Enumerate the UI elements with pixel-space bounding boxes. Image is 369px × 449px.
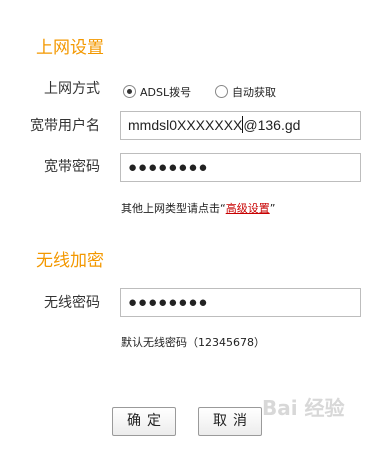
advanced-settings-hint: 其他上网类型请点击“高级设置” [121, 200, 275, 216]
connection-mode-label: 上网方式 [44, 81, 100, 97]
hint-prefix: 其他上网类型请点击“ [121, 202, 226, 215]
radio-auto[interactable]: 自动获取 [215, 81, 276, 100]
username-input[interactable]: mmdsl0XXXXXXX@136.gd [120, 111, 361, 140]
wireless-encryption-title: 无线加密 [36, 251, 104, 271]
radio-adsl-label: ADSL拨号 [140, 85, 192, 99]
radio-auto-indicator[interactable] [215, 85, 228, 98]
default-wireless-password-hint: 默认无线密码（12345678） [121, 336, 265, 349]
hint-suffix: ” [269, 202, 276, 215]
username-value: mmdsl0XXXXXXX [128, 117, 243, 133]
broadband-password-input[interactable]: ●●●●●●●● [120, 153, 361, 182]
username-label: 宽带用户名 [30, 118, 100, 134]
cancel-button[interactable]: 取消 [198, 407, 262, 436]
broadband-password-label: 宽带密码 [44, 159, 100, 175]
radio-adsl[interactable]: ADSL拨号 [123, 81, 191, 100]
radio-adsl-indicator[interactable] [123, 85, 136, 98]
advanced-settings-link[interactable]: 高级设置 [226, 202, 270, 215]
wireless-password-label: 无线密码 [44, 295, 100, 311]
baidu-jingyan-watermark: Bai 经验 [262, 396, 345, 420]
internet-settings-title: 上网设置 [36, 38, 104, 58]
username-value-tail: @136.gd [243, 117, 301, 133]
confirm-button[interactable]: 确定 [112, 407, 176, 436]
radio-auto-label: 自动获取 [232, 85, 276, 99]
wireless-password-input[interactable]: ●●●●●●●● [120, 288, 361, 317]
